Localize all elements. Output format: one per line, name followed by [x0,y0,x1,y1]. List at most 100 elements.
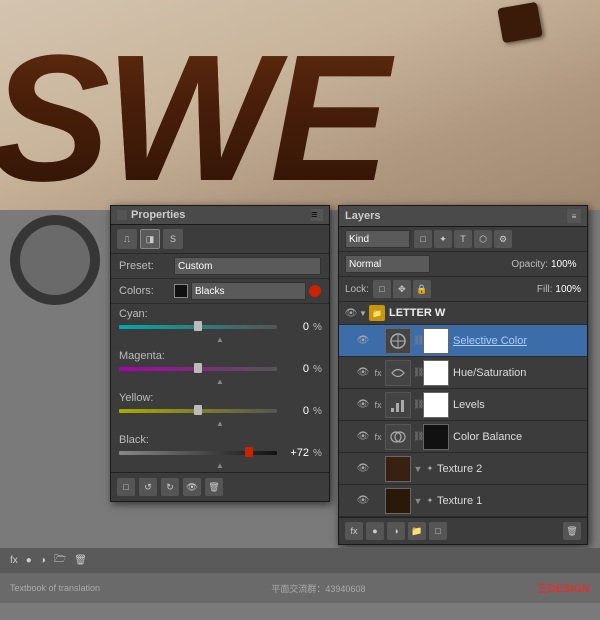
shape-filter-icon[interactable]: ⬡ [474,230,492,248]
lock-position-icon[interactable]: ✥ [393,280,411,298]
black-slider-track[interactable] [119,451,277,455]
color-swatch[interactable] [174,284,188,298]
texture1-star-icon: ✦ [423,496,437,505]
black-label: Black: [111,430,329,447]
new-group-button[interactable]: 📁 [408,522,426,540]
layer-texture-2[interactable]: 👁 ▼ ✦ Texture 2 [339,453,587,485]
preset-select[interactable]: Custom Default [174,257,321,275]
fx-icon-4: 🗁 [54,552,66,569]
magenta-slider-track[interactable] [119,367,277,371]
selective-color-name: Selective Color [453,335,583,347]
new-adjustment-button[interactable]: ◑ [387,522,405,540]
lock-label: Lock: [345,284,369,295]
layer-texture-1[interactable]: 👁 ▼ ✦ Texture 1 [339,485,587,517]
fx-indicator: fx [371,368,385,378]
magenta-unit: % [313,364,321,375]
texture2-visibility[interactable]: 👁 [355,461,371,477]
layer-hue-saturation[interactable]: 👁 fx ⛓ Hue/Saturation [339,357,587,389]
cyan-slider-track[interactable] [119,325,277,329]
brand-label: 三DESIGN [537,580,590,596]
texture1-name: Texture 1 [437,495,583,507]
layer-levels[interactable]: 👁 fx ⛓ Levels [339,389,587,421]
yellow-slider-track[interactable] [119,409,277,413]
group-expand-arrow[interactable]: ▼ [359,309,369,318]
watermark-left-text: Textbook of translation [10,583,100,593]
kind-select[interactable]: Kind [345,230,410,248]
black-unit: % [313,448,321,459]
opacity-value: 100% [551,259,581,270]
close-button[interactable] [117,210,127,220]
watermark-bar: Textbook of translation 平面交流群：43940608 三… [0,573,600,603]
panel-icon-active[interactable]: ◨ [140,229,160,249]
adjustment-filter-icon[interactable]: ✦ [434,230,452,248]
lock-all-icon[interactable]: 🔒 [413,280,431,298]
group-folder-icon: 📁 [369,305,385,321]
type-filter-icon[interactable]: T [454,230,472,248]
layers-bottom-bar: fx ● ◑ 📁 □ 🗑 [339,517,587,544]
pixel-filter-icon[interactable]: □ [414,230,432,248]
fx-icon-3: ◑ [40,555,46,566]
layers-title: Layers [345,210,380,222]
preset-label: Preset: [119,260,174,272]
delete-icon[interactable]: 🗑 [205,478,223,496]
properties-bottom-bar: □ ↺ ↻ 👁 🗑 [111,472,329,501]
background-canvas: SWE SWE [0,0,600,210]
yellow-slider-thumb[interactable] [194,405,202,415]
colors-label: Colors: [119,285,174,297]
new-layer-icon[interactable]: □ [117,478,135,496]
texture2-arrow-down[interactable]: ▼ [413,464,423,474]
properties-panel: Properties ≡ ⎍ ◨ S Preset: Custom Defaul… [110,205,330,502]
panel-menu-button[interactable]: ≡ [311,209,323,221]
add-mask-button[interactable]: ● [366,522,384,540]
add-fx-button[interactable]: fx [345,522,363,540]
cyan-value: 0 [281,321,309,333]
layer-selective-color[interactable]: 👁 ⛓ Selective Color [339,325,587,357]
colors-row: Colors: Blacks Reds Yellows [111,279,329,304]
reset-icon[interactable]: ↺ [139,478,157,496]
new-layer-button[interactable]: □ [429,522,447,540]
hue-sat-visibility[interactable]: 👁 [355,365,371,381]
color-balance-name: Color Balance [453,431,583,443]
layers-titlebar: Layers ≡ [339,206,587,227]
lock-pixels-icon[interactable]: □ [373,280,391,298]
fx-icon-5: 🗑 [74,555,87,566]
magenta-value: 0 [281,363,309,375]
yellow-unit: % [313,406,321,417]
cyan-label: Cyan: [111,304,329,321]
properties-titlebar: Properties ≡ [111,206,329,225]
black-slider-thumb[interactable] [245,447,253,457]
colors-select[interactable]: Blacks Reds Yellows [191,282,306,300]
cyan-slider-thumb[interactable] [194,321,202,331]
visibility-toggle-icon[interactable]: 👁 [183,478,201,496]
properties-title: Properties [131,209,185,221]
donut-hole [20,225,90,295]
blend-mode-select[interactable]: Normal Multiply Screen [345,255,430,273]
selective-color-visibility[interactable]: 👁 [355,333,371,349]
texture1-visibility[interactable]: 👁 [355,493,371,509]
layer-group-letter-w[interactable]: 👁 ▼ 📁 LETTER W [339,302,587,325]
panel-icon-row: ⎍ ◨ S [111,225,329,254]
panel-icon-s[interactable]: S [163,229,183,249]
redo-icon[interactable]: ↻ [161,478,179,496]
fx-icon-2: ● [26,555,32,566]
color-balance-visibility[interactable]: 👁 [355,429,371,445]
levels-visibility[interactable]: 👁 [355,397,371,413]
fill-value: 100% [555,284,581,295]
fill-label: Fill: [537,284,553,295]
selective-color-mask-thumb [423,328,449,354]
delete-layer-button[interactable]: 🗑 [563,522,581,540]
cyan-unit: % [313,322,321,333]
levels-name: Levels [453,399,583,411]
hue-sat-mask-thumb [423,360,449,386]
layers-menu-button[interactable]: ≡ [567,209,581,223]
magenta-slider-thumb[interactable] [194,363,202,373]
texture1-arrow-down[interactable]: ▼ [413,496,423,506]
texture1-thumb [385,488,411,514]
kind-row: Kind □ ✦ T ⬡ ⚙ [339,227,587,252]
texture2-star-icon: ✦ [423,464,437,473]
group-visibility-eye[interactable]: 👁 [343,305,359,321]
panel-icon-curves[interactable]: ⎍ [117,229,137,249]
smart-filter-icon[interactable]: ⚙ [494,230,512,248]
layer-color-balance[interactable]: 👁 fx ⛓ Color Balance [339,421,587,453]
magenta-slider-arrow: ▲ [111,377,329,388]
